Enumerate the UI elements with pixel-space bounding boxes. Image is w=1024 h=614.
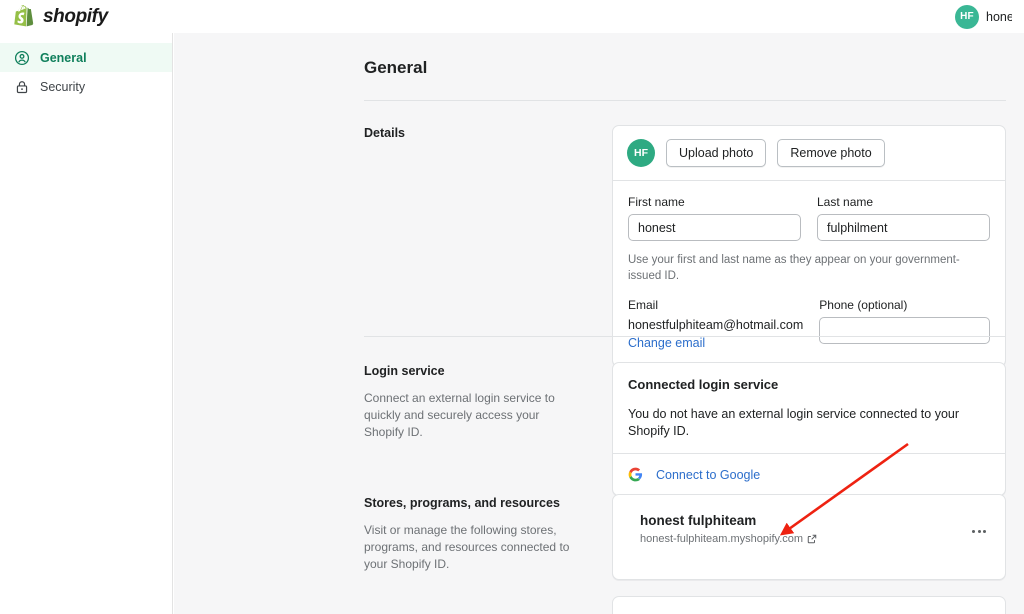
section-stores-left: Stores, programs, and resources Visit or… bbox=[364, 495, 574, 573]
store-card[interactable]: honest fulphiteam honest-fulphiteam.mysh… bbox=[612, 494, 1006, 580]
section-heading: Stores, programs, and resources bbox=[364, 495, 574, 511]
avatar: HF bbox=[955, 5, 979, 29]
last-name-group: Last name bbox=[817, 195, 990, 241]
last-name-label: Last name bbox=[817, 195, 990, 209]
profile-avatar: HF bbox=[627, 139, 655, 167]
section-description: Visit or manage the following stores, pr… bbox=[364, 522, 574, 573]
remove-photo-button[interactable]: Remove photo bbox=[777, 139, 884, 167]
account-menu[interactable]: HF honest fulphilment bbox=[955, 5, 1012, 29]
upload-photo-button[interactable]: Upload photo bbox=[666, 139, 766, 167]
section-login-left: Login service Connect an external login … bbox=[364, 363, 574, 441]
store-info: honest fulphiteam honest-fulphiteam.mysh… bbox=[640, 512, 817, 545]
store-name: honest fulphiteam bbox=[640, 512, 817, 530]
page-title: General bbox=[364, 58, 427, 78]
lock-icon bbox=[14, 79, 30, 95]
section-details-left: Details bbox=[364, 125, 574, 141]
contact-fields-row: Email honestfulphiteam@hotmail.com Chang… bbox=[628, 298, 990, 352]
brand-name: shopify bbox=[43, 6, 108, 28]
section-details: Details HF Upload photo Remove photo Fir… bbox=[364, 125, 1006, 335]
first-name-group: First name bbox=[628, 195, 801, 241]
change-email-link[interactable]: Change email bbox=[628, 336, 705, 350]
account-name: honest fulphilment bbox=[986, 10, 1012, 24]
login-service-title: Connected login service bbox=[628, 377, 990, 392]
first-name-input[interactable] bbox=[628, 214, 801, 241]
store-card-inner: honest fulphiteam honest-fulphiteam.mysh… bbox=[613, 495, 1005, 579]
section-heading: Login service bbox=[364, 363, 574, 379]
section-login-service: Login service Connect an external login … bbox=[364, 363, 1006, 493]
details-card: HF Upload photo Remove photo First name … bbox=[612, 125, 1006, 367]
email-label: Email bbox=[628, 298, 803, 312]
external-link-icon bbox=[807, 534, 817, 544]
last-name-input[interactable] bbox=[817, 214, 990, 241]
store-more-menu-button[interactable] bbox=[968, 526, 990, 537]
sidebar-item-security[interactable]: Security bbox=[0, 72, 172, 101]
email-value: honestfulphiteam@hotmail.com bbox=[628, 317, 803, 334]
details-fields: First name Last name Use your first and … bbox=[613, 181, 1005, 366]
name-helper-text: Use your first and last name as they app… bbox=[628, 252, 990, 284]
email-group: Email honestfulphiteam@hotmail.com Chang… bbox=[628, 298, 803, 352]
more-horizontal-icon bbox=[978, 530, 981, 533]
shopify-bag-icon bbox=[14, 5, 36, 29]
main-content: General Details HF Upload photo Remove p… bbox=[174, 33, 1024, 614]
sidebar-item-general[interactable]: General bbox=[0, 43, 172, 72]
section-heading: Details bbox=[364, 125, 574, 141]
store-url-text: honest-fulphiteam.myshopify.com bbox=[640, 533, 803, 545]
connect-to-google-link[interactable]: Connect to Google bbox=[656, 468, 760, 482]
first-name-label: First name bbox=[628, 195, 801, 209]
store-url[interactable]: honest-fulphiteam.myshopify.com bbox=[640, 533, 817, 545]
phone-group: Phone (optional) bbox=[819, 298, 990, 352]
title-divider bbox=[364, 100, 1006, 101]
google-g-icon bbox=[628, 467, 643, 482]
login-service-card: Connected login service You do not have … bbox=[612, 362, 1006, 496]
more-horizontal-icon bbox=[972, 530, 975, 533]
phone-label: Phone (optional) bbox=[819, 298, 990, 312]
connect-google-row[interactable]: Connect to Google bbox=[613, 454, 1005, 495]
sidebar-item-label: Security bbox=[40, 80, 85, 94]
brand-logo[interactable]: shopify bbox=[14, 5, 108, 29]
store-card-next[interactable] bbox=[612, 596, 1006, 614]
account-circle-icon bbox=[14, 50, 30, 66]
name-fields-row: First name Last name bbox=[628, 195, 990, 241]
section-divider-1 bbox=[364, 336, 1006, 337]
login-service-body: Connected login service You do not have … bbox=[613, 363, 1005, 453]
section-description: Connect an external login service to qui… bbox=[364, 390, 574, 441]
more-horizontal-icon bbox=[983, 530, 986, 533]
sidebar: General Security bbox=[0, 33, 173, 614]
photo-row: HF Upload photo Remove photo bbox=[613, 126, 1005, 180]
section-stores: Stores, programs, and resources Visit or… bbox=[364, 495, 1006, 614]
phone-input[interactable] bbox=[819, 317, 990, 344]
top-bar: shopify HF honest fulphilment bbox=[0, 0, 1024, 33]
login-service-text: You do not have an external login servic… bbox=[628, 406, 990, 440]
sidebar-item-label: General bbox=[40, 51, 87, 65]
